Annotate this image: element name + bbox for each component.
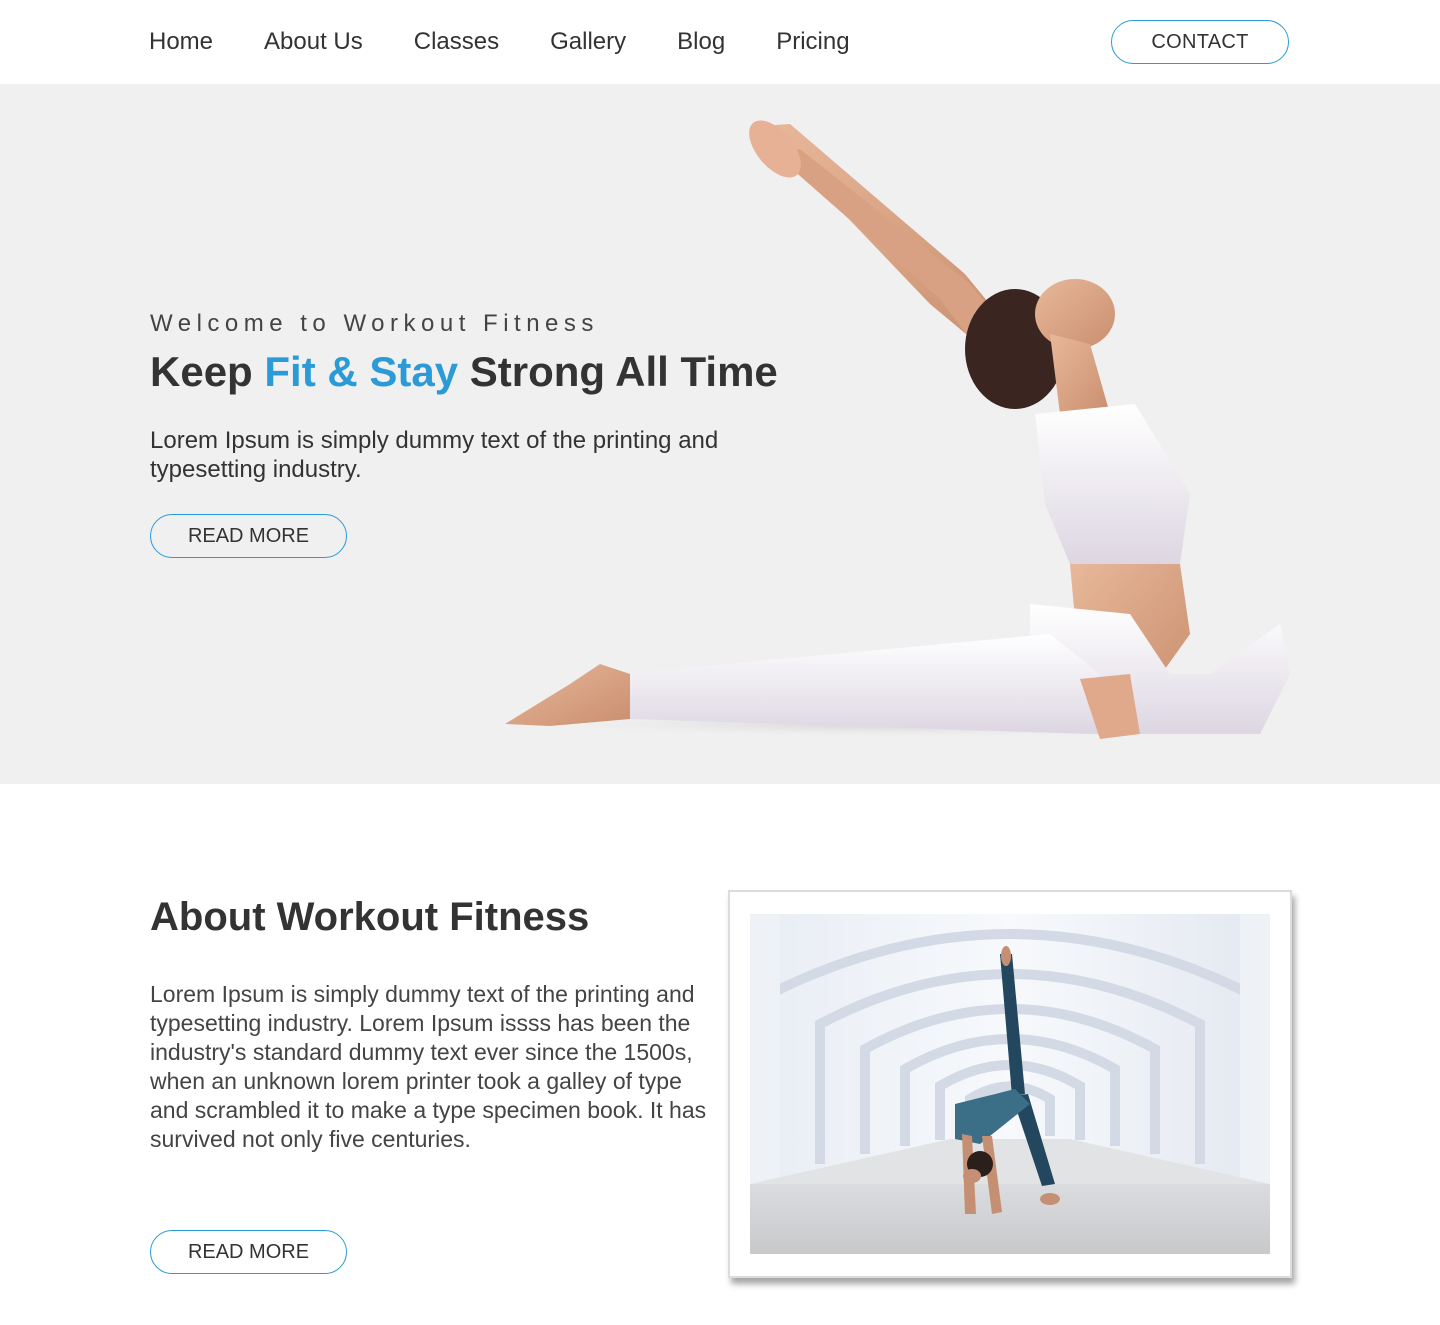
arches-yoga-image [750,914,1270,1254]
nav-link-blog[interactable]: Blog [677,26,725,58]
hero-read-more-button[interactable]: READ MORE [150,514,347,558]
about-photo-frame [728,890,1292,1278]
nav-link-about-us[interactable]: About Us [264,26,363,58]
hero-section: Welcome to Workout Fitness Keep Fit & St… [0,84,1440,784]
nav-link-pricing[interactable]: Pricing [776,26,849,58]
nav-link-classes[interactable]: Classes [414,26,499,58]
about-title: About Workout Fitness [150,895,590,939]
about-yoga-photo [750,914,1270,1254]
about-text: Lorem Ipsum is simply dummy text of the … [150,980,720,1154]
about-read-more-button[interactable]: READ MORE [150,1230,347,1274]
nav-link-home[interactable]: Home [149,26,213,58]
hero-title-part1: Keep [150,348,265,395]
top-navigation: Home About Us Classes Gallery Blog Prici… [0,0,1440,84]
about-paragraph-2: when an unknown lorem printer took a gal… [150,1068,707,1152]
hero-title-accent: Fit & Stay [264,348,459,395]
about-paragraph-1: Lorem Ipsum is simply dummy text of the … [150,981,695,1065]
hero-yoga-image [505,120,1310,739]
contact-button[interactable]: CONTACT [1111,20,1289,64]
nav-link-gallery[interactable]: Gallery [550,26,626,58]
nav-links: Home About Us Classes Gallery Blog Prici… [149,26,850,58]
